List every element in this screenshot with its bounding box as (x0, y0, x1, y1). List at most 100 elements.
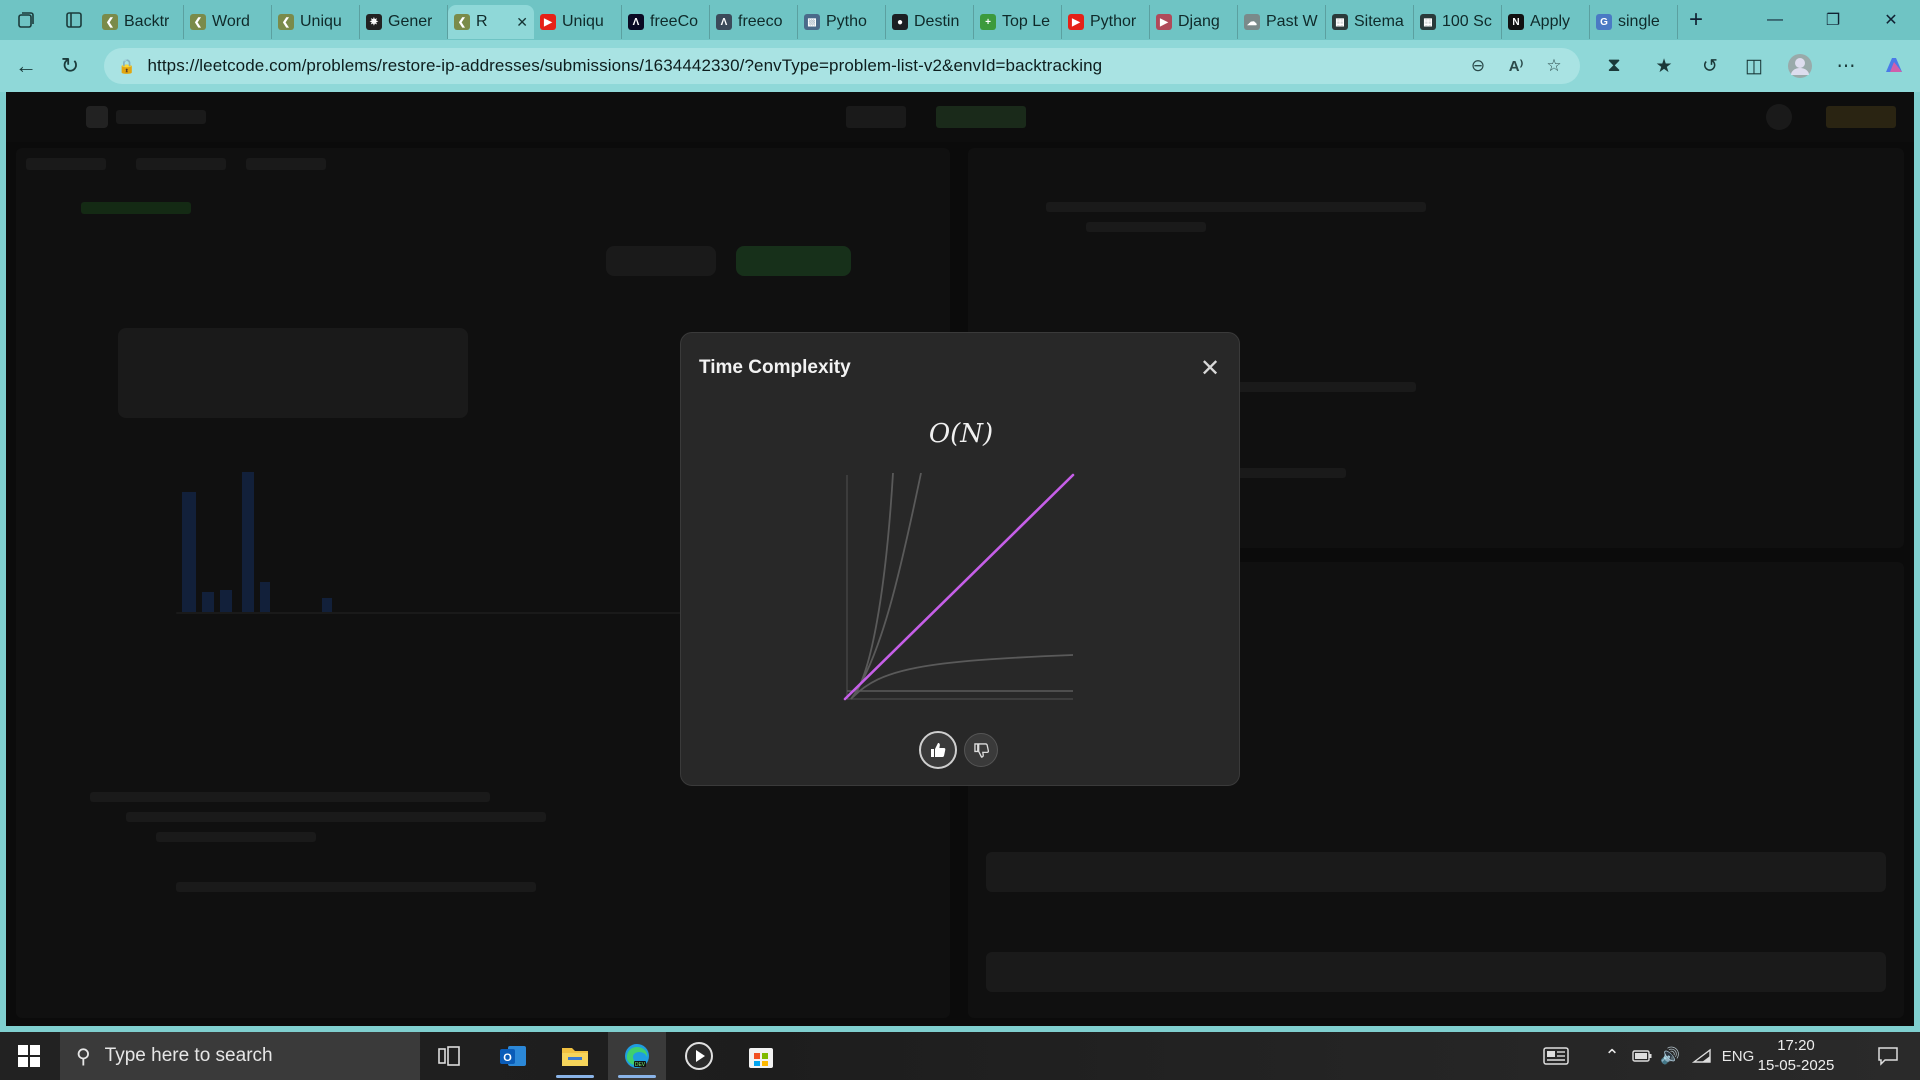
favorites-icon[interactable]: ★ (1648, 50, 1680, 82)
time-complexity-modal: Time Complexity ✕ O(N) (680, 332, 1240, 786)
browser-tab[interactable]: ✵ Gener (360, 5, 448, 39)
notifications-icon[interactable] (1864, 1032, 1912, 1080)
refresh-button[interactable]: ↻ (48, 44, 92, 88)
browser-tab[interactable]: Λfreeco (710, 5, 798, 39)
freecodecamp-icon: Λ (628, 14, 644, 30)
youtube-icon: ▶ (1068, 14, 1084, 30)
news-widget-icon[interactable] (1536, 1032, 1576, 1080)
tab-close-icon[interactable]: ✕ (516, 14, 528, 31)
tab-label: Backtr (124, 13, 170, 30)
thumbs-down-icon (973, 742, 989, 758)
search-icon: ⚲ (76, 1045, 91, 1068)
browser-tab[interactable]: ▶ Pythor (1062, 5, 1150, 39)
tab-label: Djang (1178, 13, 1220, 30)
browser-tab[interactable]: + Top Le (974, 5, 1062, 39)
modal-title: Time Complexity (699, 357, 851, 378)
thumbs-down-button[interactable] (964, 733, 998, 767)
tab-label: 100 Sc (1442, 13, 1492, 30)
back-button[interactable]: ← (4, 44, 48, 88)
collections-icon[interactable]: ◫ (1738, 50, 1770, 82)
youtube-icon: ▶ (1156, 14, 1172, 30)
tab-label: R (476, 13, 488, 30)
edge-app[interactable]: DEV (608, 1032, 666, 1080)
tab-label: freeco (738, 13, 783, 30)
tab-label: Sitema (1354, 13, 1404, 30)
leetcode-icon: ❮ (190, 14, 206, 30)
close-window-button[interactable]: ✕ (1862, 0, 1920, 40)
svg-text:DEV: DEV (635, 1062, 646, 1068)
thumbs-up-button[interactable] (919, 731, 957, 769)
tab-label: Word (212, 13, 250, 30)
clock-date: 15-05-2025 (1757, 1057, 1835, 1074)
task-view-button[interactable] (420, 1032, 478, 1080)
file-explorer-app[interactable] (546, 1032, 604, 1080)
volume-icon[interactable]: 🔊 (1656, 1032, 1684, 1080)
copilot-icon[interactable] (1878, 50, 1910, 82)
browser-tab[interactable]: N Apply (1502, 5, 1590, 39)
tab-label: Pytho (826, 13, 867, 30)
play-icon (685, 1042, 713, 1070)
browser-tab[interactable]: ● Destin (886, 5, 974, 39)
plus-green-icon: + (980, 14, 996, 30)
show-hidden-icons-chevron-icon[interactable]: ⌃ (1598, 1032, 1626, 1080)
restore-button[interactable]: ❐ (1804, 0, 1862, 40)
close-icon[interactable]: ✕ (1195, 353, 1225, 383)
new-tab-button[interactable]: + (1678, 2, 1714, 38)
wifi-icon[interactable] (1688, 1032, 1716, 1080)
browser-tab[interactable]: ▧ Pytho (798, 5, 886, 39)
microsoft-store-app[interactable] (732, 1032, 790, 1080)
tab-label: Destin (914, 13, 960, 30)
browser-tab[interactable]: ☁ Past W (1238, 5, 1326, 39)
start-button[interactable] (0, 1032, 58, 1080)
history-icon[interactable]: ↺ (1694, 50, 1726, 82)
leetcode-icon: ❮ (102, 14, 118, 30)
browser-tab[interactable]: ❮ Backtr (96, 5, 184, 39)
minimize-button[interactable]: — (1746, 0, 1804, 40)
url-text: https://leetcode.com/problems/restore-ip… (147, 56, 1103, 75)
linear-curve-highlight (843, 473, 1075, 701)
tab-label: Past W (1266, 13, 1318, 30)
search-placeholder: Type here to search (104, 1045, 273, 1066)
leetcode-icon: ❮ (454, 14, 470, 30)
settings-more-icon[interactable]: ⋯ (1830, 50, 1862, 82)
address-bar[interactable]: 🔒 https://leetcode.com/problems/restore-… (104, 48, 1580, 84)
browser-tab[interactable]: ▶ Djang (1150, 5, 1238, 39)
extensions-icon[interactable]: ⧗ (1598, 50, 1630, 82)
github-icon: ● (892, 14, 908, 30)
zoom-out-icon[interactable]: ⊖ (1464, 52, 1492, 80)
browser-tab[interactable]: ΛfreeCo (622, 5, 710, 39)
system-clock[interactable]: 17:20 15-05-2025 (1748, 1036, 1844, 1076)
battery-icon[interactable] (1628, 1032, 1656, 1080)
tab-label: Uniqu (300, 13, 342, 30)
tab-actions-icon[interactable] (52, 0, 96, 40)
freecodecamp-icon: Λ (716, 14, 732, 30)
tab-label: Gener (388, 13, 433, 30)
cloud-icon: ☁ (1244, 14, 1260, 30)
svg-text:O: O (503, 1052, 512, 1064)
read-aloud-icon[interactable]: A⁾ (1502, 52, 1530, 80)
table-icon: ▦ (1332, 14, 1348, 30)
exponential-curve (850, 472, 894, 700)
browser-tab[interactable]: ▦ 100 Sc (1414, 5, 1502, 39)
browser-tab[interactable]: ❮ R ✕ (448, 5, 534, 39)
lock-icon[interactable]: 🔒 (118, 58, 135, 75)
workspaces-icon[interactable] (0, 0, 52, 40)
folder-icon (562, 1048, 588, 1066)
taskbar-search-input[interactable]: ⚲ Type here to search (60, 1032, 420, 1080)
media-player-app[interactable] (670, 1032, 728, 1080)
browser-tab[interactable]: ❮ Word (184, 5, 272, 39)
browser-tab[interactable]: ▶ Uniqu (534, 5, 622, 39)
complexity-graph (843, 472, 1075, 701)
browser-tab[interactable]: ▦ Sitema (1326, 5, 1414, 39)
favorite-star-icon[interactable]: ☆ (1540, 52, 1568, 80)
outlook-icon: O (500, 1046, 526, 1066)
tab-label: Top Le (1002, 13, 1051, 30)
outlook-app[interactable]: O (484, 1032, 542, 1080)
tab-label: single (1618, 13, 1660, 30)
windows-logo-icon (18, 1045, 40, 1067)
edge-icon: DEV (625, 1044, 649, 1068)
tab-label: Pythor (1090, 13, 1137, 30)
browser-tab[interactable]: Gsingle (1590, 5, 1678, 39)
browser-tab[interactable]: ❮ Uniqu (272, 5, 360, 39)
profile-avatar[interactable] (1784, 50, 1816, 82)
